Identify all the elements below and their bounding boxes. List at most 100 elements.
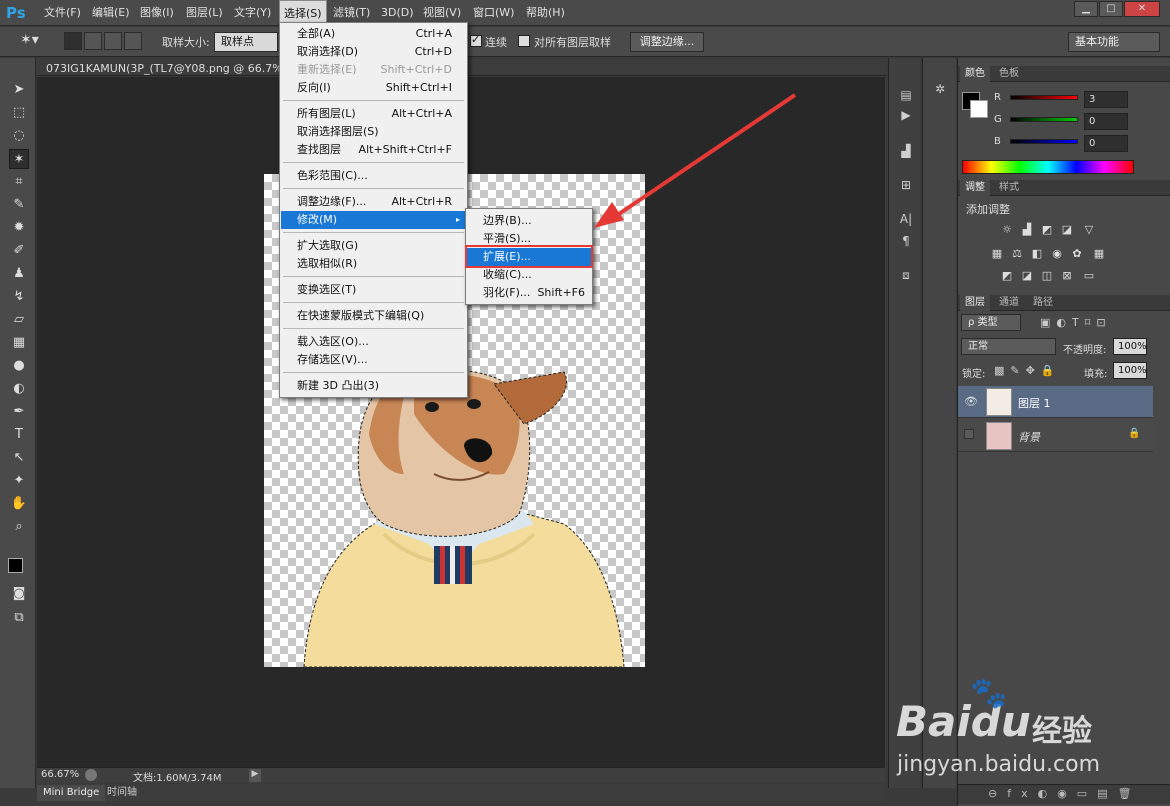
channel-g-slider[interactable]	[1010, 117, 1078, 122]
gradient-tool-icon[interactable]: ▦	[9, 333, 29, 353]
exposure-icon[interactable]: ◪	[1060, 224, 1074, 236]
menu-item-transform-selection[interactable]: 变换选区(T)	[281, 281, 466, 299]
menu-item-save-selection[interactable]: 存储选区(V)...	[281, 351, 466, 369]
new-selection-icon[interactable]	[64, 32, 82, 50]
menu-item-inverse[interactable]: 反向(I) Shift+Ctrl+I	[281, 79, 466, 97]
clone-stamp-icon[interactable]: ♟	[9, 264, 29, 284]
gradient-map-icon[interactable]: ▭	[1082, 270, 1096, 282]
history-brush-icon[interactable]: ↯	[9, 287, 29, 307]
menu-item-all[interactable]: 全部(A) Ctrl+A	[281, 25, 466, 43]
tab-swatches[interactable]: 色板	[994, 66, 1024, 82]
menu-item-deselect[interactable]: 取消选择(D) Ctrl+D	[281, 43, 466, 61]
menu-item-load-selection[interactable]: 载入选区(O)...	[281, 333, 466, 351]
crop-tool-icon[interactable]: ⌗	[9, 172, 29, 192]
zoom-tool-icon[interactable]: ⌕	[9, 517, 29, 537]
menu-image[interactable]: 图像(I)	[136, 0, 178, 26]
opacity-value[interactable]: 100%	[1113, 338, 1147, 355]
lasso-tool-icon[interactable]: ◌	[9, 126, 29, 146]
histogram-icon[interactable]: ▟	[896, 142, 916, 160]
menu-item-grow[interactable]: 扩大选取(G)	[281, 237, 466, 255]
hand-tool-icon[interactable]: ✋	[9, 494, 29, 514]
menu-item-deselect-layers[interactable]: 取消选择图层(S)	[281, 123, 466, 141]
tab-paths[interactable]: 路径	[1028, 295, 1058, 311]
close-button[interactable]: ✕	[1124, 1, 1160, 17]
eyedropper-tool-icon[interactable]: ✎	[9, 195, 29, 215]
3d-panel-icon[interactable]: ⧈	[896, 266, 916, 284]
status-icon[interactable]	[85, 769, 97, 781]
channel-mixer-icon[interactable]: ✿	[1070, 248, 1084, 260]
layer-row-background[interactable]: 背景 🔒	[958, 420, 1153, 452]
layer-filter-select[interactable]: ρ 类型	[961, 314, 1021, 331]
tab-adjustments[interactable]: 调整	[960, 180, 990, 196]
move-tool-icon[interactable]: ➤	[9, 80, 29, 100]
navigator-compass-icon[interactable]: ✲	[930, 80, 950, 98]
levels-icon[interactable]: ▟	[1020, 224, 1034, 236]
layer-filter-icons[interactable]: ▣◐T⌑⊡	[1040, 316, 1112, 329]
layer-row-layer1[interactable]: 👁 图层 1	[958, 386, 1153, 418]
path-selection-icon[interactable]: ↖	[9, 448, 29, 468]
shape-tool-icon[interactable]: ✦	[9, 471, 29, 491]
channel-b-slider[interactable]	[1010, 139, 1078, 144]
channel-b-value[interactable]: 0	[1084, 135, 1128, 152]
bg-color-swatch[interactable]	[970, 100, 988, 118]
threshold-icon[interactable]: ◫	[1040, 270, 1054, 282]
menu-item-modify[interactable]: 修改(M) ▸	[281, 211, 466, 229]
sample-size-select[interactable]: 取样点	[214, 32, 278, 52]
posterize-icon[interactable]: ◪	[1020, 270, 1034, 282]
brush-tool-icon[interactable]: ✐	[9, 241, 29, 261]
background-layer-name[interactable]: 背景	[1018, 429, 1040, 445]
menu-item-quick-mask[interactable]: 在快速蒙版模式下编辑(Q)	[281, 307, 466, 325]
lookup-icon[interactable]: ▦	[1092, 248, 1106, 260]
healing-brush-icon[interactable]: ✹	[9, 218, 29, 238]
invert-icon[interactable]: ◩	[1000, 270, 1014, 282]
balance-icon[interactable]: ⚖	[1010, 248, 1024, 260]
menu-edit[interactable]: 编辑(E)	[88, 0, 134, 26]
tab-timeline[interactable]: 时间轴	[101, 785, 143, 801]
menu-window[interactable]: 窗口(W)	[469, 0, 518, 26]
magic-wand-preset-icon[interactable]: ✶▾	[20, 32, 42, 52]
tab-mini-bridge[interactable]: Mini Bridge	[37, 785, 106, 801]
actions-play-icon[interactable]: ▶	[896, 106, 916, 124]
maximize-button[interactable]: □	[1099, 1, 1123, 17]
color-spectrum-bar[interactable]	[962, 160, 1134, 174]
menu-item-all-layers[interactable]: 所有图层(L) Alt+Ctrl+A	[281, 105, 466, 123]
menu-item-similar[interactable]: 选取相似(R)	[281, 255, 466, 273]
bw-icon[interactable]: ◧	[1030, 248, 1044, 260]
paragraph-icon[interactable]: ¶	[896, 232, 916, 250]
layer1-name[interactable]: 图层 1	[1018, 395, 1051, 411]
eraser-tool-icon[interactable]: ▱	[9, 310, 29, 330]
pen-tool-icon[interactable]: ✒	[9, 402, 29, 422]
channel-g-value[interactable]: 0	[1084, 113, 1128, 130]
visibility-toggle-empty[interactable]	[964, 429, 974, 439]
menu-item-color-range[interactable]: 色彩范围(C)...	[281, 167, 466, 185]
photo-filter-icon[interactable]: ◉	[1050, 248, 1064, 260]
quick-mask-icon[interactable]: ◙	[9, 584, 29, 604]
menu-item-find-layers[interactable]: 查找图层 Alt+Shift+Ctrl+F	[281, 141, 466, 159]
status-arrow-icon[interactable]: ▶	[249, 769, 261, 782]
menu-item-refine-edge[interactable]: 调整边缘(F)... Alt+Ctrl+R	[281, 193, 466, 211]
fill-value[interactable]: 100%	[1113, 362, 1147, 379]
info-icon[interactable]: ⊞	[896, 176, 916, 194]
hue-icon[interactable]: ▦	[990, 248, 1004, 260]
contiguous-checkbox[interactable]: ✓	[470, 33, 482, 47]
magic-wand-tool-icon[interactable]: ✶	[9, 149, 29, 169]
vibrance-icon[interactable]: ▽	[1082, 224, 1096, 236]
submenu-item-contract[interactable]: 收缩(C)...	[467, 266, 591, 284]
blur-tool-icon[interactable]: ●	[9, 356, 29, 376]
menu-item-new-3d-extrusion[interactable]: 新建 3D 凸出(3)	[281, 377, 466, 395]
history-icon[interactable]: ▤	[896, 86, 916, 104]
tab-styles[interactable]: 样式	[994, 180, 1024, 196]
channel-r-slider[interactable]	[1010, 95, 1078, 100]
subtract-selection-icon[interactable]	[104, 32, 122, 50]
menu-file[interactable]: 文件(F)	[40, 0, 85, 26]
brightness-icon[interactable]: ☼	[1000, 224, 1014, 236]
menu-help[interactable]: 帮助(H)	[522, 0, 569, 26]
character-icon[interactable]: A|	[896, 210, 916, 228]
add-selection-icon[interactable]	[84, 32, 102, 50]
selective-color-icon[interactable]: ⊠	[1060, 270, 1074, 282]
channel-r-value[interactable]: 3	[1084, 91, 1128, 108]
curves-icon[interactable]: ◩	[1040, 224, 1054, 236]
submenu-item-border[interactable]: 边界(B)...	[467, 212, 591, 230]
minimize-button[interactable]: ▁	[1074, 1, 1098, 17]
lock-icons[interactable]: ▩✎✥🔒	[994, 364, 1061, 377]
